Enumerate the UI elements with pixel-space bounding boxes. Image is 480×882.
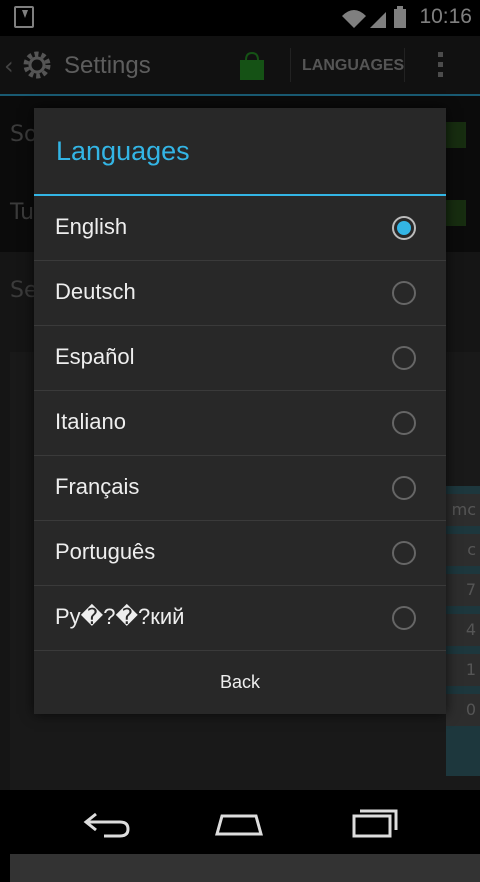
language-option-francais[interactable]: Français [34, 456, 446, 521]
languages-dialog: Languages English Deutsch Español Italia… [34, 108, 446, 714]
recent-apps-icon[interactable] [350, 806, 400, 840]
language-label: Italiano [55, 409, 126, 434]
radio-button[interactable] [392, 346, 416, 370]
language-label: English [55, 214, 128, 239]
language-option-italiano[interactable]: Italiano [34, 391, 446, 456]
back-icon[interactable] [82, 806, 132, 840]
radio-button[interactable] [392, 606, 416, 630]
language-list: English Deutsch Español Italiano Françai… [34, 196, 446, 651]
language-label: Español [55, 344, 135, 369]
navigation-bar [0, 790, 480, 854]
radio-button[interactable] [392, 281, 416, 305]
home-icon[interactable] [214, 806, 264, 840]
dialog-title: Languages [56, 136, 190, 166]
language-label: Deutsch [55, 279, 136, 304]
radio-button[interactable] [392, 541, 416, 565]
language-label: Português [55, 539, 156, 564]
language-option-russian[interactable]: Ру�?�?кий [34, 586, 446, 651]
radio-button-selected[interactable] [392, 216, 416, 240]
radio-button[interactable] [392, 476, 416, 500]
language-label: Ру�?�?кий [55, 604, 185, 629]
language-option-portugues[interactable]: Português [34, 521, 446, 586]
radio-button[interactable] [392, 411, 416, 435]
back-button[interactable]: Back [34, 650, 446, 714]
language-label: Français [55, 474, 140, 499]
language-option-deutsch[interactable]: Deutsch [34, 261, 446, 326]
language-option-english[interactable]: English [34, 196, 446, 261]
language-option-espanol[interactable]: Español [34, 326, 446, 391]
